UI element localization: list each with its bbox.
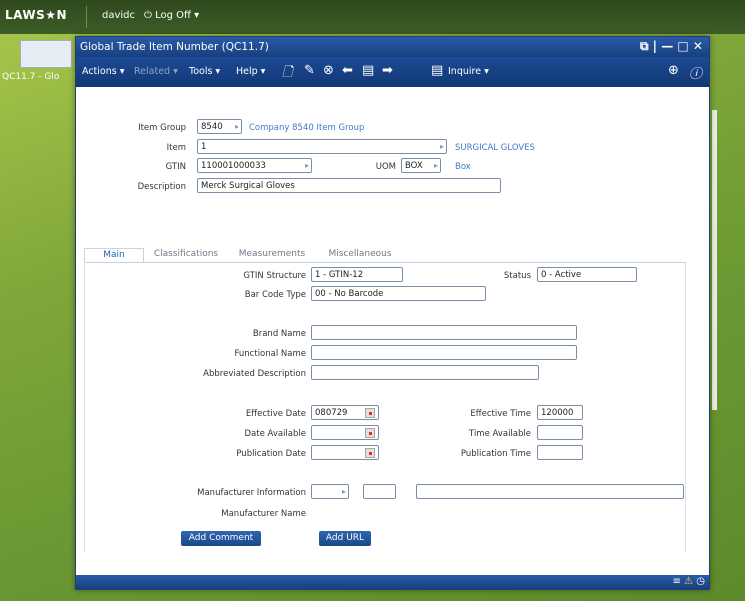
inquire-menu[interactable]: Inquire ▾ — [448, 66, 489, 77]
manufacturer-name-label: Manufacturer Name — [221, 509, 306, 519]
tools-menu[interactable]: Tools ▾ — [189, 66, 220, 77]
functional-name-label: Functional Name — [234, 349, 306, 359]
gtin-input[interactable]: 110001000033 — [197, 158, 312, 173]
add-comment-button[interactable]: Add Comment — [181, 531, 261, 546]
add-url-button[interactable]: Add URL — [319, 531, 371, 546]
form-content: Item Group 8540 ▸ Company 8540 Item Grou… — [76, 87, 709, 576]
publication-time-label: Publication Time — [460, 449, 531, 459]
lawson-logo: LAWS★N — [5, 8, 68, 22]
status-bar: ≡ ⚠ ◷ — [76, 575, 709, 589]
help-menu[interactable]: Help ▾ — [236, 66, 265, 77]
abbreviated-description-label: Abbreviated Description — [203, 369, 306, 379]
bar-code-type-input[interactable]: 00 - No Barcode — [311, 286, 486, 301]
task-label[interactable]: QC11.7 - Glo — [2, 72, 59, 82]
next-icon[interactable]: ➡ — [382, 63, 393, 78]
status-input[interactable]: 0 - Active — [537, 267, 637, 282]
delete-icon[interactable]: ⊗ — [323, 63, 334, 78]
publication-date-label: Publication Date — [236, 449, 306, 459]
status-icons[interactable]: ≡ ⚠ ◷ — [673, 576, 705, 587]
bar-code-type-label: Bar Code Type — [244, 290, 306, 300]
effective-date-label: Effective Date — [245, 409, 306, 419]
abbreviated-description-input[interactable] — [311, 365, 539, 380]
menu-bar: Actions ▾ Related ▾ Tools ▾ Help ▾ 🗋 ✎ ⊗… — [76, 57, 709, 87]
related-menu[interactable]: Related ▾ — [134, 66, 178, 77]
functional-name-input[interactable] — [311, 345, 577, 360]
uom-label: UOM — [375, 162, 396, 172]
time-available-label: Time Available — [469, 429, 531, 439]
zoom-icon[interactable]: ⊕ — [668, 63, 679, 78]
effective-time-label: Effective Time — [470, 409, 531, 419]
manufacturer-info-input-3[interactable] — [416, 484, 684, 499]
form-window: Global Trade Item Number (QC11.7) ⧉ | — … — [75, 36, 710, 590]
effective-date-calendar-icon[interactable] — [365, 408, 375, 418]
title-bar: Global Trade Item Number (QC11.7) ⧉ | — … — [76, 37, 709, 57]
tab-miscellaneous[interactable]: Miscellaneous — [318, 248, 402, 262]
inquire-icon[interactable]: ▤ — [431, 63, 443, 78]
item-select-icon[interactable]: ▸ — [440, 142, 444, 151]
warning-icon[interactable]: ⚠ — [684, 576, 693, 587]
gtin-select-icon[interactable]: ▸ — [305, 161, 309, 170]
status-label: Status — [503, 271, 531, 281]
tab-main[interactable]: Main — [84, 248, 144, 262]
tab-strip: Main Classifications Measurements Miscel… — [84, 248, 684, 262]
brand-name-input[interactable] — [311, 325, 577, 340]
page-scrollbar[interactable] — [712, 110, 717, 410]
task-thumbnail[interactable] — [20, 40, 72, 68]
logoff-button[interactable]: ⏻ Log Off ▾ — [144, 10, 199, 21]
publication-date-calendar-icon[interactable] — [365, 448, 375, 458]
tab-classifications[interactable]: Classifications — [146, 248, 226, 262]
gtin-label: GTIN — [165, 162, 186, 172]
item-group-label: Item Group — [138, 123, 186, 133]
time-available-input[interactable] — [537, 425, 583, 440]
item-group-link[interactable]: Company 8540 Item Group — [249, 123, 364, 133]
publication-time-input[interactable] — [537, 445, 583, 460]
date-available-calendar-icon[interactable] — [365, 428, 375, 438]
new-icon[interactable]: 🗋 — [282, 63, 292, 85]
user-name[interactable]: davidc — [102, 10, 135, 21]
manufacturer-information-label: Manufacturer Information — [197, 488, 306, 498]
manufacturer-select-icon[interactable]: ▸ — [342, 487, 346, 496]
description-label: Description — [137, 182, 186, 192]
gtin-structure-input[interactable]: 1 - GTIN-12 — [311, 267, 403, 282]
clock-icon[interactable]: ◷ — [696, 576, 705, 587]
description-input[interactable]: Merck Surgical Gloves — [197, 178, 501, 193]
uom-link[interactable]: Box — [455, 162, 471, 172]
window-controls[interactable]: ⧉ | — □ ✕ — [640, 39, 703, 54]
date-available-label: Date Available — [244, 429, 307, 439]
tab-measurements[interactable]: Measurements — [230, 248, 314, 262]
item-label: Item — [166, 143, 186, 153]
brand-name-label: Brand Name — [252, 329, 306, 339]
effective-time-input[interactable]: 120000 — [537, 405, 583, 420]
gtin-structure-label: GTIN Structure — [243, 271, 306, 281]
item-input[interactable]: 1 — [197, 139, 447, 154]
item-link[interactable]: SURGICAL GLOVES — [455, 143, 535, 153]
document-icon[interactable]: ▤ — [362, 63, 374, 78]
top-bar: LAWS★N davidc ⏻ Log Off ▾ — [0, 0, 745, 34]
previous-icon[interactable]: ⬅ — [342, 63, 353, 78]
manufacturer-info-input-2[interactable] — [363, 484, 396, 499]
top-separator — [86, 6, 87, 28]
uom-select-icon[interactable]: ▸ — [434, 161, 438, 170]
item-group-select-icon[interactable]: ▸ — [235, 122, 239, 131]
window-title: Global Trade Item Number (QC11.7) — [80, 41, 269, 53]
help-icon[interactable]: ⓘ — [689, 63, 702, 82]
edit-icon[interactable]: ✎ — [304, 63, 315, 78]
actions-menu[interactable]: Actions ▾ — [82, 66, 125, 77]
